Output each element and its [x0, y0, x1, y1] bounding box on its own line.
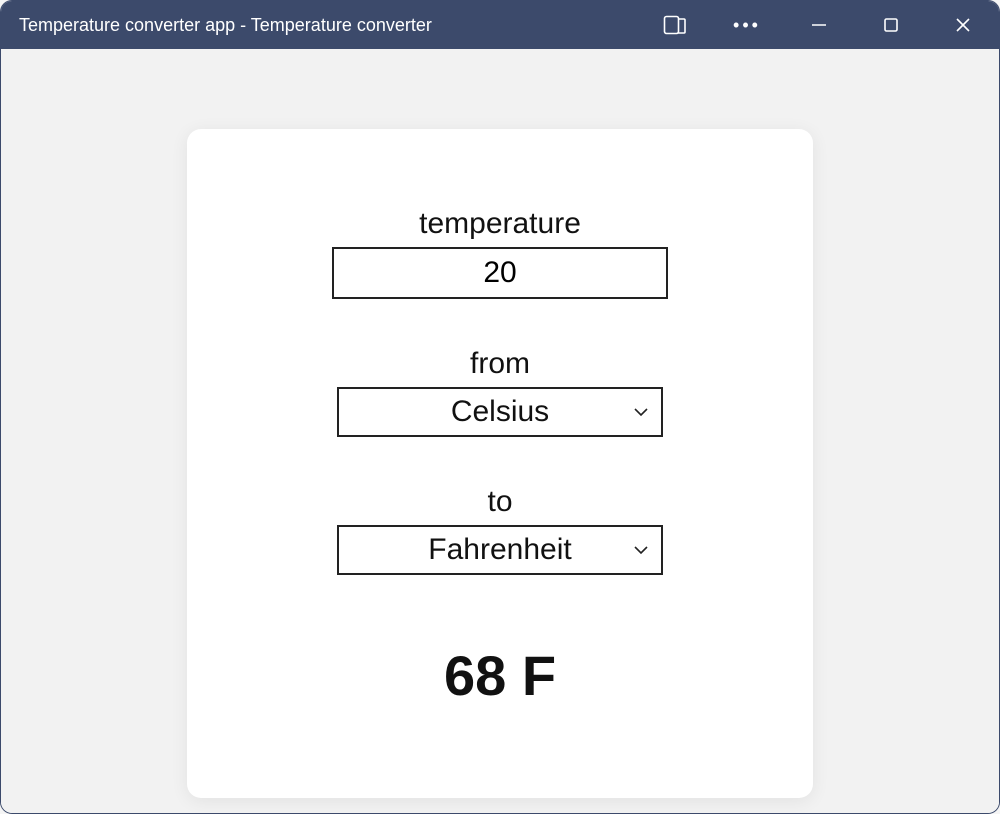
from-label: from	[470, 347, 530, 381]
from-select[interactable]: Celsius	[337, 387, 663, 437]
maximize-button[interactable]	[855, 1, 927, 49]
titlebar: Temperature converter app - Temperature …	[1, 1, 999, 49]
to-select[interactable]: Fahrenheit	[337, 525, 663, 575]
chevron-down-icon	[633, 407, 649, 417]
from-select-value: Celsius	[451, 395, 549, 429]
window-title: Temperature converter app - Temperature …	[19, 15, 639, 36]
app-window: Temperature converter app - Temperature …	[0, 0, 1000, 814]
to-field-group: to Fahrenheit	[337, 485, 663, 575]
converter-card: temperature from Celsius to Fahrenh	[187, 129, 813, 798]
temperature-field-group: temperature	[332, 207, 668, 299]
temperature-input[interactable]	[332, 247, 668, 299]
tablet-mode-icon[interactable]	[639, 1, 711, 49]
from-field-group: from Celsius	[337, 347, 663, 437]
minimize-button[interactable]	[783, 1, 855, 49]
titlebar-controls: •••	[639, 1, 999, 49]
content-area: temperature from Celsius to Fahrenh	[1, 49, 999, 813]
more-icon[interactable]: •••	[711, 1, 783, 49]
temperature-label: temperature	[419, 207, 581, 241]
chevron-down-icon	[633, 545, 649, 555]
close-button[interactable]	[927, 1, 999, 49]
to-label: to	[487, 485, 512, 519]
to-select-value: Fahrenheit	[428, 533, 571, 567]
result-output: 68 F	[444, 643, 556, 708]
